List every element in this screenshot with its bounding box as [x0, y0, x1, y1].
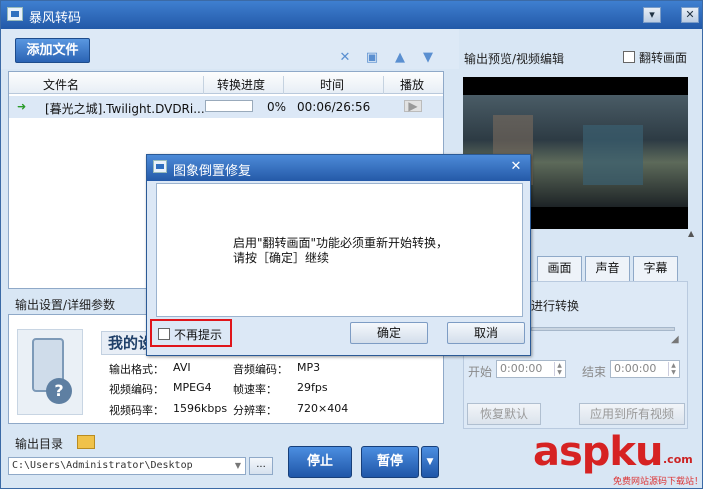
move-up-icon[interactable]: ▲	[393, 51, 407, 65]
column-separator	[283, 76, 284, 94]
file-time: 00:06/26:56	[297, 100, 371, 114]
output-dir-label: 输出目录	[15, 437, 64, 451]
file-row[interactable]: ➜ [暮光之城].Twilight.DVDRi... 0% 00:06/26:5…	[9, 96, 443, 118]
field-key: 输出格式：	[109, 363, 164, 376]
close-button[interactable]: ✕	[681, 7, 699, 23]
col-progress: 转换进度	[217, 78, 266, 92]
ok-button[interactable]: 确定	[350, 322, 428, 344]
dialog-message: 启用"翻转画面"功能必须重新开始转换， 请按［确定］继续	[233, 236, 448, 266]
progress-bar	[205, 100, 253, 112]
watermark-suffix: .com	[663, 453, 693, 466]
field-key: 音频编码：	[233, 363, 288, 376]
window-title: 暴风转码	[29, 11, 82, 26]
start-time-input[interactable]: 0:00:00 ▲ ▼	[496, 360, 566, 378]
dialog-message-line2: 请按［确定］继续	[233, 251, 330, 265]
trash-icon[interactable]: ▣	[365, 51, 379, 65]
cancel-button[interactable]: 取消	[447, 322, 525, 344]
move-down-icon[interactable]: ▼	[421, 51, 435, 65]
progress-text: 0%	[267, 100, 287, 114]
device-icon: ?	[17, 329, 83, 415]
arrow-right-icon: ➜	[17, 100, 27, 113]
toolbar: 添加文件 ✕ ▣ ▲ ▼	[1, 29, 459, 69]
question-icon: ?	[46, 378, 72, 404]
field-key: 分辨率：	[233, 404, 277, 417]
no-remind-highlight[interactable]: 不再提示	[150, 319, 232, 347]
watermark-main: aspku	[533, 429, 664, 475]
flip-label: 翻转画面	[639, 51, 688, 65]
tab-subtitle[interactable]: 字幕	[633, 256, 678, 281]
no-remind-checkbox[interactable]	[158, 328, 170, 340]
browse-button[interactable]: ...	[249, 457, 273, 475]
minimize-button[interactable]: ▾	[643, 7, 661, 23]
output-path-input[interactable]: C:\Users\Administrator\Desktop	[8, 457, 246, 475]
end-label: 结束	[582, 365, 607, 379]
start-time-value: 0:00:00	[500, 362, 543, 375]
reset-button[interactable]: 恢复默认	[467, 403, 541, 425]
spinner-icon[interactable]: ▲ ▼	[668, 362, 678, 376]
field-value: 29fps	[297, 381, 328, 394]
close-icon[interactable]: ✕	[509, 160, 523, 174]
spinner-icon[interactable]: ▲ ▼	[554, 362, 564, 376]
convert-hint: 进行转换	[531, 299, 580, 313]
col-time: 时间	[320, 78, 345, 92]
end-time-value: 0:00:00	[614, 362, 657, 375]
dialog-message-line1: 启用"翻转画面"功能必须重新开始转换，	[233, 236, 449, 250]
field-value: MPEG4	[173, 381, 212, 394]
dialog-body: 启用"翻转画面"功能必须重新开始转换， 请按［确定］继续	[156, 183, 523, 317]
timeline-slider[interactable]	[531, 327, 675, 331]
field-value: 1596kbps	[173, 402, 228, 415]
watermark-sub: 免费网站源码下载站！	[613, 477, 703, 487]
field-value: 720×404	[297, 402, 349, 415]
field-value: AVI	[173, 361, 191, 374]
pause-button[interactable]: 暂停	[361, 446, 419, 478]
col-filename: 文件名	[43, 78, 80, 92]
field-key: 视频编码：	[109, 383, 164, 396]
file-name: [暮光之城].Twilight.DVDRi...	[45, 102, 205, 116]
dialog-title-bar: 图象倒置修复 ✕	[147, 155, 530, 181]
col-play: 播放	[400, 78, 425, 92]
pause-dropdown-button[interactable]: ▼	[421, 446, 439, 478]
file-list-header: 文件名 转换进度 时间 播放	[9, 72, 443, 94]
flip-checkbox[interactable]	[623, 51, 635, 63]
watermark-logo: aspku .com 免费网站源码下载站！	[529, 429, 703, 487]
settings-label: 输出设置/详细参数	[15, 298, 116, 312]
start-label: 开始	[468, 365, 493, 379]
field-key: 帧速率：	[233, 383, 277, 396]
no-remind-label: 不再提示	[174, 328, 223, 342]
tab-audio[interactable]: 声音	[585, 256, 630, 281]
chevron-down-icon[interactable]: ▼	[231, 458, 245, 474]
column-separator	[203, 76, 204, 94]
title-bar: 暴风转码 ▾ ✕	[1, 1, 702, 29]
column-separator	[383, 76, 384, 94]
apply-all-button[interactable]: 应用到所有视频	[579, 403, 685, 425]
app-icon	[153, 160, 167, 173]
add-file-button[interactable]: 添加文件	[15, 38, 90, 63]
field-value: MP3	[297, 361, 321, 374]
stop-button[interactable]: 停止	[288, 446, 352, 478]
folder-icon[interactable]	[77, 435, 95, 449]
dialog-title: 图象倒置修复	[173, 164, 252, 179]
preview-label: 输出预览/视频编辑	[464, 52, 565, 66]
flip-repair-dialog: 图象倒置修复 ✕ 启用"翻转画面"功能必须重新开始转换， 请按［确定］继续 不再…	[146, 154, 531, 356]
play-button[interactable]: ▶	[404, 100, 422, 112]
field-key: 视频码率：	[109, 404, 164, 417]
app-icon	[7, 7, 23, 21]
end-time-input[interactable]: 0:00:00 ▲ ▼	[610, 360, 680, 378]
delete-icon[interactable]: ✕	[338, 51, 352, 65]
slider-thumb-icon[interactable]: ◢	[671, 334, 679, 345]
scroll-up-icon[interactable]: ▲	[688, 229, 694, 238]
tab-screen[interactable]: 画面	[537, 256, 582, 281]
